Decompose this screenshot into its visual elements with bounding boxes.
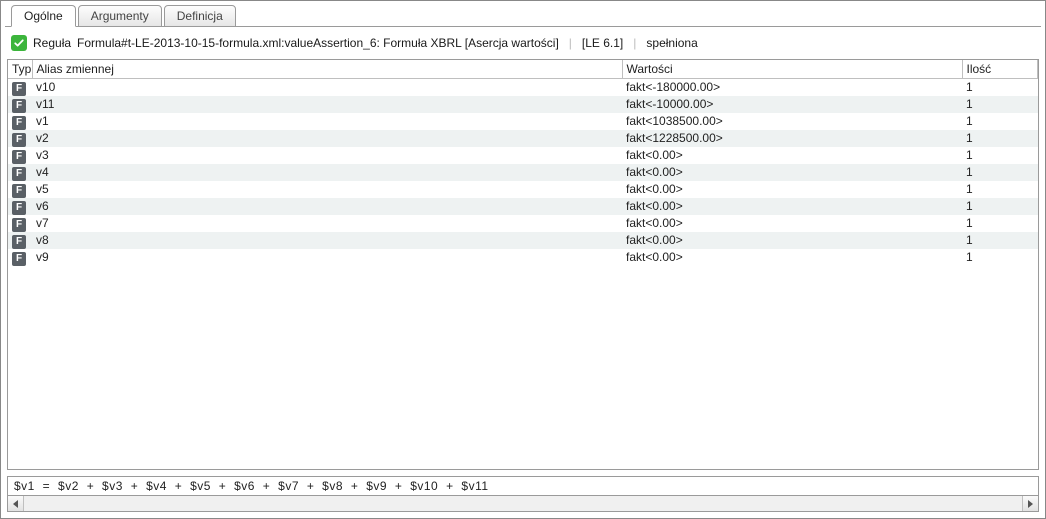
cell-alias: v8 [32,232,622,249]
cell-count: 1 [962,96,1038,113]
cell-value: fakt<0.00> [622,164,962,181]
triangle-right-icon [1028,500,1033,508]
cell-type: F [8,232,32,249]
column-header-count[interactable]: Ilość [962,60,1038,78]
cell-count: 1 [962,198,1038,215]
variables-table: Typ Alias zmiennej Wartości Ilość Fv10fa… [8,60,1038,266]
column-header-values[interactable]: Wartości [622,60,962,78]
type-badge-icon: F [12,235,26,249]
table-row[interactable]: Fv4fakt<0.00>1 [8,164,1038,181]
cell-type: F [8,147,32,164]
triangle-left-icon [13,500,18,508]
cell-count: 1 [962,232,1038,249]
cell-type: F [8,96,32,113]
type-badge-icon: F [12,252,26,266]
cell-type: F [8,164,32,181]
panel-window: Ogólne Argumenty Definicja Reguła Formul… [0,0,1046,519]
cell-count: 1 [962,130,1038,147]
cell-type: F [8,113,32,130]
tab-bar: Ogólne Argumenty Definicja [5,5,1041,27]
scroll-right-button[interactable] [1022,496,1038,511]
type-badge-icon: F [12,184,26,198]
type-badge-icon: F [12,150,26,164]
tab-definition[interactable]: Definicja [164,5,236,27]
type-badge-icon: F [12,167,26,181]
table-row[interactable]: Fv2fakt<1228500.00>1 [8,130,1038,147]
cell-type: F [8,78,32,96]
status-check-icon [11,35,27,51]
horizontal-scrollbar[interactable] [7,496,1039,512]
cell-value: fakt<-10000.00> [622,96,962,113]
rule-header: Reguła Formula#t-LE-2013-10-15-formula.x… [5,27,1041,59]
cell-value: fakt<0.00> [622,198,962,215]
cell-value: fakt<0.00> [622,147,962,164]
cell-type: F [8,215,32,232]
type-badge-icon: F [12,116,26,130]
table-row[interactable]: Fv8fakt<0.00>1 [8,232,1038,249]
type-badge-icon: F [12,99,26,113]
cell-count: 1 [962,113,1038,130]
cell-type: F [8,181,32,198]
cell-count: 1 [962,147,1038,164]
type-badge-icon: F [12,133,26,147]
table-row[interactable]: Fv10fakt<-180000.00>1 [8,78,1038,96]
cell-value: fakt<1228500.00> [622,130,962,147]
table-row[interactable]: Fv6fakt<0.00>1 [8,198,1038,215]
cell-type: F [8,249,32,266]
cell-count: 1 [962,215,1038,232]
rule-status: spełniona [646,36,697,50]
cell-alias: v11 [32,96,622,113]
separator-icon: | [565,36,576,50]
column-header-alias[interactable]: Alias zmiennej [32,60,622,78]
cell-value: fakt<0.00> [622,232,962,249]
separator-icon: | [629,36,640,50]
cell-alias: v5 [32,181,622,198]
content-area: Typ Alias zmiennej Wartości Ilość Fv10fa… [5,59,1041,514]
table-row[interactable]: Fv5fakt<0.00>1 [8,181,1038,198]
table-row[interactable]: Fv9fakt<0.00>1 [8,249,1038,266]
column-header-type[interactable]: Typ [8,60,32,78]
scroll-track[interactable] [24,496,1022,511]
cell-value: fakt<0.00> [622,181,962,198]
formula-text: $v1 = $v2 + $v3 + $v4 + $v5 + $v6 + $v7 … [7,476,1039,496]
cell-alias: v7 [32,215,622,232]
table-row[interactable]: Fv1fakt<1038500.00>1 [8,113,1038,130]
cell-alias: v3 [32,147,622,164]
cell-type: F [8,130,32,147]
cell-value: fakt<1038500.00> [622,113,962,130]
rule-code: [LE 6.1] [582,36,623,50]
cell-alias: v2 [32,130,622,147]
tab-general[interactable]: Ogólne [11,5,76,27]
cell-alias: v1 [32,113,622,130]
table-row[interactable]: Fv7fakt<0.00>1 [8,215,1038,232]
tab-arguments[interactable]: Argumenty [78,5,162,27]
table-row[interactable]: Fv11fakt<-10000.00>1 [8,96,1038,113]
type-badge-icon: F [12,201,26,215]
cell-count: 1 [962,164,1038,181]
cell-alias: v10 [32,78,622,96]
rule-prefix: Reguła [33,36,71,50]
variables-table-container: Typ Alias zmiennej Wartości Ilość Fv10fa… [7,59,1039,470]
type-badge-icon: F [12,218,26,232]
cell-count: 1 [962,181,1038,198]
table-header-row: Typ Alias zmiennej Wartości Ilość [8,60,1038,78]
cell-alias: v4 [32,164,622,181]
cell-count: 1 [962,78,1038,96]
rule-name: Formula#t-LE-2013-10-15-formula.xml:valu… [77,36,559,50]
formula-area: $v1 = $v2 + $v3 + $v4 + $v5 + $v6 + $v7 … [7,476,1039,512]
cell-value: fakt<-180000.00> [622,78,962,96]
cell-value: fakt<0.00> [622,215,962,232]
cell-value: fakt<0.00> [622,249,962,266]
cell-alias: v9 [32,249,622,266]
cell-type: F [8,198,32,215]
type-badge-icon: F [12,82,26,96]
cell-count: 1 [962,249,1038,266]
scroll-left-button[interactable] [8,496,24,511]
table-row[interactable]: Fv3fakt<0.00>1 [8,147,1038,164]
cell-alias: v6 [32,198,622,215]
